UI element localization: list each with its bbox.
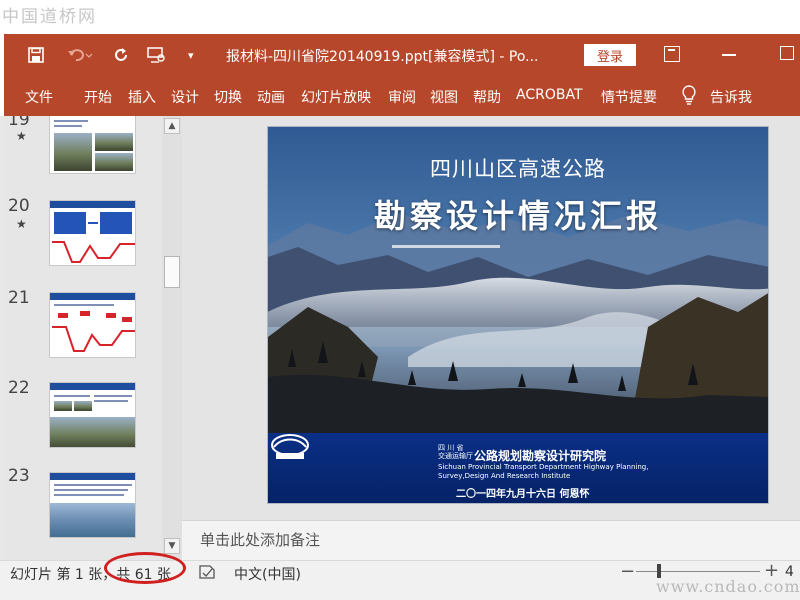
slide-thumbnail-21[interactable] [49,292,136,358]
zoom-out-button[interactable]: − [620,561,635,582]
maximize-icon[interactable] [780,46,794,60]
tab-insert[interactable]: 插入 [128,87,156,107]
tab-help[interactable]: 帮助 [473,87,501,107]
tab-storyboard[interactable]: 情节提要 [601,87,657,107]
login-button[interactable]: 登录 [584,44,636,66]
title-bar: ▾ 报材料-四川省院20140919.ppt[兼容模式] - Po... 登录 [4,34,800,76]
thumbnail-scrollbar[interactable]: ▲ ▼ [162,116,182,560]
watermark-bottom-right: www.cndao.com [656,577,800,596]
spellcheck-icon[interactable] [198,564,216,580]
slide-footer-band: 四 川 省交通运输厅 公路规划勘察设计研究院 Sichuan Provincia… [268,433,768,503]
slide-editing-area: 四川山区高速公路 勘察设计情况汇报 四 川 省交通运输厅 公路规划勘察设计研究院… [182,116,800,520]
tab-slideshow[interactable]: 幻灯片放映 [301,87,371,107]
tab-transitions[interactable]: 切换 [214,87,242,107]
tab-home[interactable]: 开始 [84,87,112,107]
tab-acrobat[interactable]: ACROBAT [516,87,583,103]
scrollbar-thumb[interactable] [164,256,180,288]
tab-view[interactable]: 视图 [430,87,458,107]
save-icon[interactable] [28,44,44,66]
zoom-slider-handle[interactable] [657,564,661,578]
notes-area[interactable]: 单击此处添加备注 [182,520,800,560]
institute-name: 公路规划勘察设计研究院 [474,449,607,463]
notes-placeholder: 单击此处添加备注 [200,531,321,549]
slide-number: 19 [8,116,30,130]
language-status[interactable]: 中文(中国) [234,564,301,584]
slide-subtitle[interactable]: 四川山区高速公路 [268,153,768,183]
slide-number: 20 [8,196,30,216]
zoom-slider[interactable] [636,571,760,572]
slide-canvas[interactable]: 四川山区高速公路 勘察设计情况汇报 四 川 省交通运输厅 公路规划勘察设计研究院… [267,126,769,504]
undo-icon[interactable] [66,44,94,66]
redo-icon[interactable] [112,44,130,66]
ribbon-tabs: 文件 开始 插入 设计 切换 动画 幻灯片放映 审阅 视图 帮助 ACROBAT… [4,76,800,116]
status-bar: 幻灯片 第 1 张，共 61 张 中文(中国) − + 4 www.cndao.… [0,552,800,600]
institute-province: 四 川 省交通运输厅 [438,444,473,460]
slide-number: 23 [8,466,30,486]
slide-thumbnails-pane[interactable]: 19 ★ 20 ★ 21 22 23 [4,116,162,560]
institute-logo-icon [271,434,309,459]
customize-icon[interactable]: ▾ [188,44,194,66]
slide-number: 22 [8,378,30,398]
tab-design[interactable]: 设计 [171,87,199,107]
top-band: 中国道桥网 [0,0,800,32]
watermark-top-left: 中国道桥网 [2,7,97,27]
minimize-icon[interactable] [722,54,736,56]
annotation-red-ellipse [104,552,186,584]
slide-thumbnail-20[interactable] [49,200,136,266]
tab-review[interactable]: 审阅 [388,87,416,107]
slide-thumbnail-19[interactable] [49,116,136,174]
scroll-up-icon[interactable]: ▲ [164,118,180,134]
tell-me-box[interactable]: 告诉我 [710,87,752,107]
tab-animations[interactable]: 动画 [257,87,285,107]
institute-english-line1: Sichuan Provincial Transport Department … [438,463,649,471]
slide-thumbnail-22[interactable] [49,382,136,448]
ribbon-display-options-icon[interactable] [664,46,680,62]
presenter-icon[interactable] [146,44,168,66]
animation-star-icon: ★ [16,129,27,143]
slide-thumbnail-23[interactable] [49,472,136,538]
scroll-down-icon[interactable]: ▼ [164,538,180,554]
slide-title[interactable]: 勘察设计情况汇报 [268,191,768,237]
slide-date-author: 二〇一四年九月十六日 何恩怀 [456,489,590,500]
animation-star-icon: ★ [16,217,27,231]
tab-file[interactable]: 文件 [25,87,53,107]
document-title: 报材料-四川省院20140919.ppt[兼容模式] - Po... [226,49,539,65]
institute-english-line2: Survey,Design And Research Institute [438,472,571,480]
lightbulb-icon[interactable] [682,85,696,105]
slide-number: 21 [8,288,30,308]
